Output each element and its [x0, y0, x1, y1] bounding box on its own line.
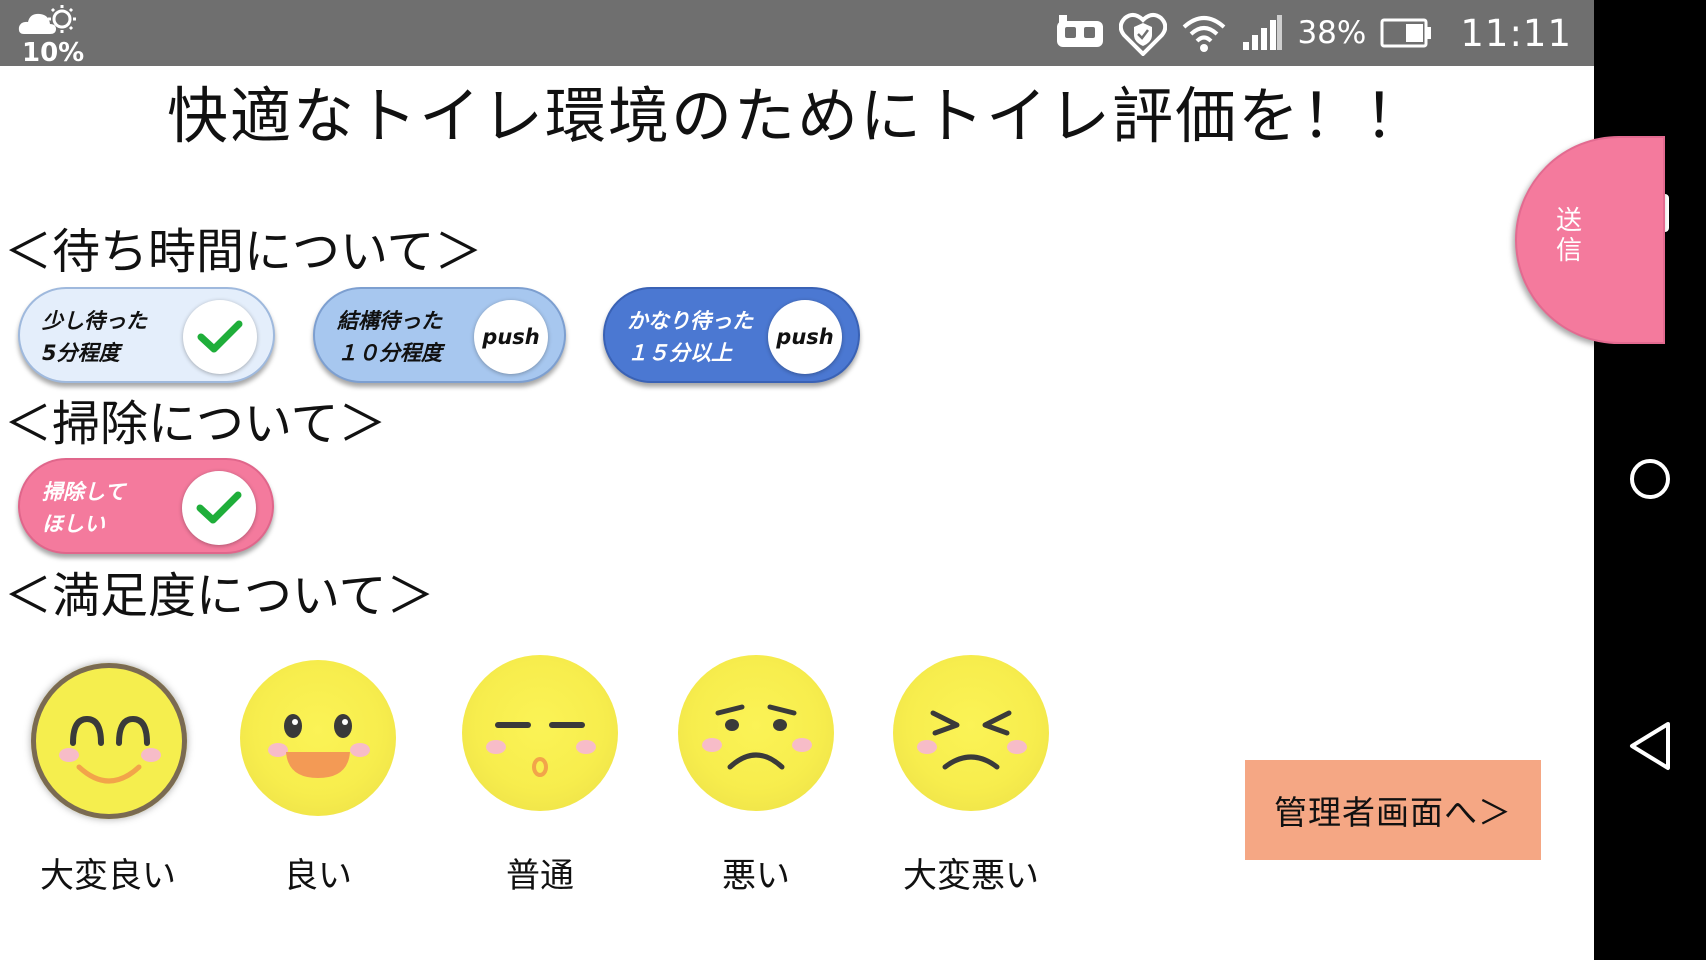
wait-option-medium-knob: push [474, 300, 548, 374]
very-happy-face-icon [59, 715, 161, 784]
page-title: 快適なトイレ環境のためにトイレ評価を！！ [166, 81, 1427, 152]
cleaning-request-button[interactable]: 掃除して ほしい [18, 458, 274, 554]
home-circle-icon [1630, 459, 1670, 499]
back-triangle-icon [1630, 722, 1670, 770]
push-text: push [482, 325, 540, 349]
check-icon [196, 491, 242, 524]
wait-option-long-knob: push [768, 300, 842, 374]
weather-cloudy-sun-icon [18, 5, 76, 34]
angry-face-icon [917, 710, 1027, 770]
battery-percent-text: 38% [1297, 15, 1367, 51]
wait-option-medium[interactable]: 結構待った １０分程度 push [313, 287, 566, 383]
cleaning-request-knob [182, 471, 256, 545]
status-right: 38% 11:11 [1055, 0, 1572, 66]
sad-face-icon [702, 704, 812, 770]
back-button[interactable] [1620, 716, 1680, 776]
face-good-label: 良い [284, 856, 352, 896]
signal-icon [1243, 15, 1283, 50]
status-left: 10% [18, 4, 98, 68]
wifi-icon [1183, 16, 1226, 52]
face-very-good-label: 大変良い [40, 856, 176, 896]
wait-option-long-label: かなり待った １５分以上 [627, 309, 753, 365]
face-very-bad-button[interactable] [893, 655, 1049, 811]
face-bad-label: 悪い [722, 856, 790, 896]
happy-face-icon [268, 714, 370, 778]
send-button-label: 送信 [1555, 206, 1582, 266]
admin-screen-button[interactable]: 管理者画面へ＞ [1245, 760, 1541, 860]
face-neutral-label: 普通 [506, 856, 574, 896]
face-neutral-button[interactable] [462, 655, 618, 811]
wait-option-medium-label: 結構待った １０分程度 [337, 309, 442, 365]
cleaning-section-heading: ＜掃除について＞ [4, 396, 387, 452]
home-button[interactable] [1620, 449, 1680, 509]
clock-text: 11:11 [1460, 11, 1572, 55]
temperature-text: 10% [22, 38, 85, 68]
wait-section-heading: ＜待ち時間について＞ [4, 224, 483, 280]
face-very-good-button[interactable] [31, 663, 187, 819]
neutral-face-icon [486, 722, 596, 777]
heart-shield-icon [1119, 13, 1168, 56]
wait-option-short-knob [183, 300, 257, 374]
face-bad-button[interactable] [678, 655, 834, 811]
wait-option-short-label: 少し待った 5分程度 [42, 309, 147, 365]
wait-option-short[interactable]: 少し待った 5分程度 [18, 287, 275, 383]
satisfaction-section-heading: ＜満足度について＞ [4, 568, 435, 624]
wait-option-long[interactable]: かなり待った １５分以上 push [603, 287, 860, 383]
battery-icon [1380, 18, 1432, 48]
push-text: push [776, 325, 834, 349]
face-very-bad-label: 大変悪い [903, 856, 1039, 896]
check-icon [197, 320, 243, 353]
status-bar: 10% 38% 11:11 [0, 0, 1594, 68]
cleaning-request-label: 掃除して ほしい [42, 480, 126, 536]
face-good-button[interactable] [240, 660, 396, 816]
vr-headset-icon [1057, 15, 1104, 47]
send-button[interactable]: 送信 [1515, 136, 1665, 344]
